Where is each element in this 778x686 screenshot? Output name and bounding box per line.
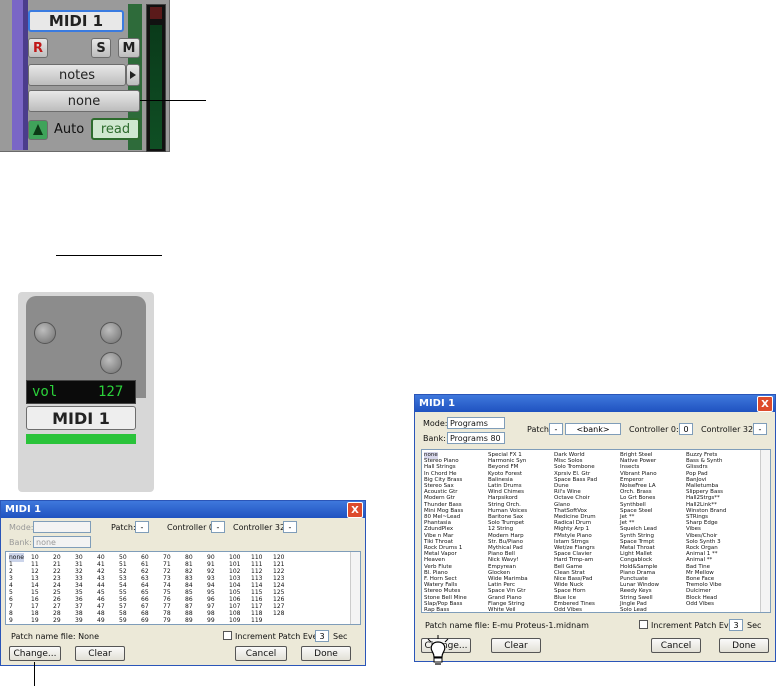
increment-field[interactable]: 3 xyxy=(729,619,743,631)
patch-number-item[interactable]: 59 xyxy=(119,616,127,624)
increment-label: Increment Patch Every xyxy=(235,632,326,641)
patch-number-item[interactable]: 109 xyxy=(229,616,240,624)
patch-list[interactable]: none Stereo Piano Hall Strings In Chord He B… xyxy=(421,449,771,613)
patch-select-icon[interactable] xyxy=(34,322,56,344)
callout-line xyxy=(34,662,35,686)
patch-number-item[interactable]: 9 xyxy=(9,616,13,624)
patch-number-list[interactable]: none 10 20 30 40 50 60 70 80 90 100 110 120 1 11 21 31 41… xyxy=(5,551,361,625)
track-color-bar xyxy=(12,0,23,150)
controller32-field[interactable]: - xyxy=(753,423,767,435)
solo-button[interactable]: S xyxy=(91,38,111,58)
dialog-title-bar: MIDI 1 X xyxy=(415,395,775,412)
patch-field[interactable]: - xyxy=(135,521,149,533)
patch-name-field[interactable]: <bank> xyxy=(565,423,621,435)
patch-number-item[interactable]: 69 xyxy=(141,616,149,624)
patch-label: Patch: xyxy=(111,523,136,532)
volume-value: 127 xyxy=(98,384,124,400)
close-icon[interactable]: X xyxy=(757,396,773,412)
mute-button[interactable]: M xyxy=(118,38,140,58)
patch-number-item[interactable]: 29 xyxy=(53,616,61,624)
increment-checkbox[interactable] xyxy=(639,620,648,629)
mode-label: Mode: xyxy=(9,523,34,532)
patch-select-dialog-none: MIDI 1 X Mode: Bank: none Patch: - Contr… xyxy=(0,500,366,666)
patch-list-item[interactable]: Rap Bass xyxy=(424,607,449,612)
controller0-field[interactable]: 0 xyxy=(679,423,693,435)
mode-select[interactable]: Programs xyxy=(447,417,505,429)
patch-number-item[interactable]: 119 xyxy=(251,616,262,624)
clip-indicator xyxy=(150,7,162,19)
patch-number-item[interactable]: 128 xyxy=(273,609,284,618)
volume-label: vol xyxy=(32,384,58,400)
mode-label: Mode: xyxy=(423,419,448,428)
track-name-button[interactable]: MIDI 1 xyxy=(28,10,124,32)
track-color-strip xyxy=(26,434,136,444)
done-button[interactable]: Done xyxy=(719,638,769,653)
patch-label: Patch: xyxy=(527,425,552,434)
patch-number-item[interactable]: 79 xyxy=(163,616,171,624)
patch-list-item[interactable]: Odd Vibes xyxy=(554,607,582,612)
bank-select: none xyxy=(33,536,91,548)
patch-select-button[interactable]: none xyxy=(28,90,140,112)
patch-list-item[interactable]: Odd Vibes xyxy=(686,601,714,608)
input-selector-arrow-icon[interactable] xyxy=(126,64,140,86)
lightbulb-icon xyxy=(423,634,453,668)
sec-label: Sec xyxy=(747,621,762,630)
done-button[interactable]: Done xyxy=(301,646,351,661)
increment-checkbox[interactable] xyxy=(223,631,232,640)
patch-number-item[interactable]: 49 xyxy=(97,616,105,624)
controller0-label: Controller 0: xyxy=(167,523,217,532)
dialog-title-bar: MIDI 1 X xyxy=(1,501,365,518)
dialog-title: MIDI 1 xyxy=(419,398,456,409)
controller32-label: Controller 32: xyxy=(233,523,288,532)
patch-number-item[interactable]: 99 xyxy=(207,616,215,624)
mode-select xyxy=(33,521,91,533)
bank-select[interactable]: Programs 80 xyxy=(447,432,505,444)
patch-number-item[interactable]: 39 xyxy=(75,616,83,624)
change-button[interactable]: Change... xyxy=(9,646,61,661)
level-meter xyxy=(146,4,166,152)
dial-icon[interactable] xyxy=(100,352,122,374)
controller0-field[interactable]: - xyxy=(211,521,225,533)
bank-label: Bank: xyxy=(9,538,32,547)
controller32-field[interactable]: - xyxy=(283,521,297,533)
sec-label: Sec xyxy=(333,632,348,641)
patch-list-item[interactable]: White Veil xyxy=(488,607,516,612)
increment-label: Increment Patch Every xyxy=(651,621,742,630)
patch-file-label: Patch name file: None xyxy=(11,632,100,641)
edit-track-name[interactable]: MIDI 1 xyxy=(26,406,136,430)
patch-number-item[interactable]: 19 xyxy=(31,616,39,624)
patch-select-dialog-programs: MIDI 1 X Mode: Programs Bank: Programs 8… xyxy=(414,394,776,662)
increment-field[interactable]: 3 xyxy=(315,630,329,642)
controller32-label: Controller 32: xyxy=(701,425,756,434)
close-icon[interactable]: X xyxy=(347,502,363,518)
scrollbar[interactable] xyxy=(760,450,770,612)
callout-line xyxy=(140,100,206,101)
automation-mode-button[interactable]: read xyxy=(91,118,140,140)
clear-button[interactable]: Clear xyxy=(75,646,125,661)
automation-icon[interactable] xyxy=(28,120,48,140)
patch-field[interactable]: - xyxy=(549,423,563,435)
dialog-title: MIDI 1 xyxy=(5,504,42,515)
record-enable-button[interactable]: R xyxy=(28,38,48,58)
cancel-button[interactable]: Cancel xyxy=(651,638,701,653)
bank-label: Bank: xyxy=(423,434,446,443)
callout-line xyxy=(56,255,162,256)
patch-number-item[interactable]: 89 xyxy=(185,616,193,624)
cancel-button[interactable]: Cancel xyxy=(235,646,287,661)
minus-icon[interactable] xyxy=(100,322,122,344)
patch-file-label: Patch name file: E-mu Proteus-1.midnam xyxy=(425,621,589,630)
scrollbar[interactable] xyxy=(350,552,360,624)
patch-list-item[interactable]: Solo Lead xyxy=(620,607,647,612)
automation-label: Auto xyxy=(54,122,85,137)
meter-bar xyxy=(150,25,162,149)
controller0-label: Controller 0: xyxy=(629,425,679,434)
midi-input-selector[interactable]: notes xyxy=(28,64,126,86)
clear-button[interactable]: Clear xyxy=(491,638,541,653)
